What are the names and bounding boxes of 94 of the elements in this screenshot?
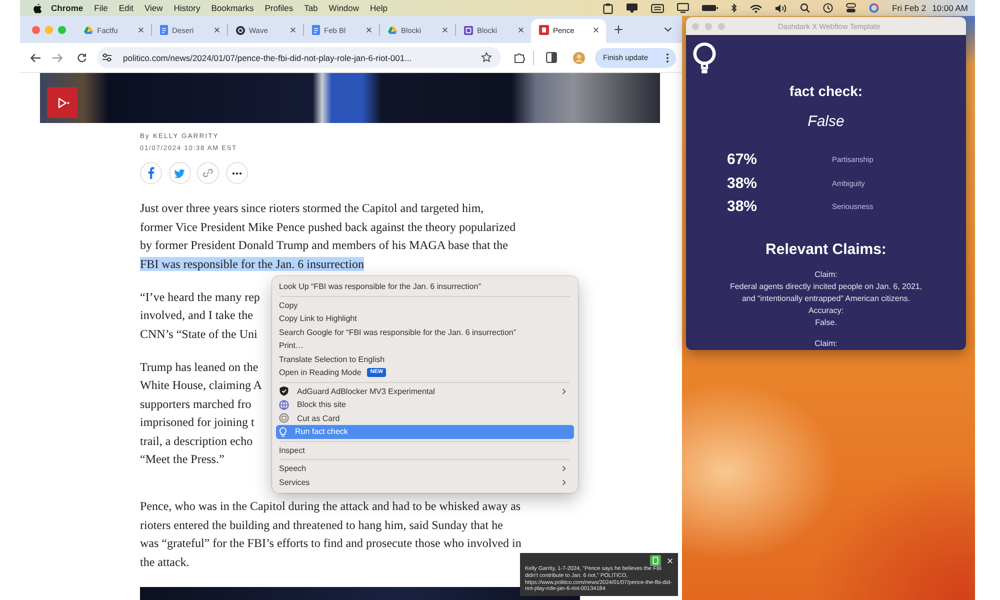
menu-item[interactable]: Edit <box>118 3 134 13</box>
claim-label: Claim: <box>814 338 838 350</box>
reload-icon[interactable] <box>77 52 87 62</box>
menu-bar-date[interactable]: Fri Feb 2 <box>892 3 926 13</box>
accuracy-value: False. <box>815 317 837 329</box>
globe-icon <box>279 400 289 410</box>
circle-icon <box>236 26 245 34</box>
triangle-icon <box>84 26 93 34</box>
close-icon[interactable] <box>518 27 524 33</box>
document-icon <box>312 25 320 35</box>
close-icon[interactable] <box>442 27 448 33</box>
stop-icon <box>279 413 289 424</box>
more-icon <box>232 172 242 174</box>
menu-item[interactable]: Speech <box>276 462 574 476</box>
triangle-icon <box>388 26 397 34</box>
url-text: politico.com/news/2024/01/07/pence-the-fbi-did-not-play-role-jan-6-riot-001... <box>123 52 412 62</box>
menu-item[interactable]: Profiles <box>264 3 294 13</box>
play-icon <box>56 96 70 110</box>
menu-item[interactable]: Translate Selection to English <box>276 352 574 366</box>
article-paragraph: “I’ve heard the many rep involved, and I take the CNN’s “State of the Uni <box>140 288 260 342</box>
close-icon[interactable] <box>138 27 144 33</box>
monitor-icon[interactable] <box>626 3 638 13</box>
tile-icon <box>539 25 549 35</box>
accuracy-label: Accuracy: <box>808 305 844 317</box>
more-icon <box>666 52 669 62</box>
menu-item[interactable]: Copy Link to Highlight <box>276 312 574 326</box>
menu-item[interactable]: Print… <box>276 339 574 352</box>
video-play-button[interactable] <box>47 87 78 118</box>
article-paragraph: Trump has leaned on the White House, claiming A supporters marched fro imprisoned for joining t trail, a description echo “Meet the Press.” <box>140 358 262 468</box>
bluetooth-icon[interactable] <box>731 3 738 13</box>
share-button[interactable] <box>197 162 219 184</box>
forward-icon[interactable] <box>52 52 63 62</box>
chevron-down-icon[interactable] <box>664 27 672 32</box>
score-value: 67% <box>727 151 758 168</box>
wifi-icon[interactable] <box>750 4 762 12</box>
close-icon[interactable] <box>366 27 372 33</box>
article-paragraph: Pence, who was in the Capitol during the attack and had to be whisked away as rioters entered the building and threatened to hang him, said Sunday that he was “grateful” for the FBI’s efforts to find and prosecute those who involved in the attack. <box>140 498 522 570</box>
claim-label: Claim: <box>814 269 838 281</box>
ring-icon[interactable] <box>869 3 880 13</box>
puzzle-icon[interactable] <box>514 52 525 63</box>
square-icon <box>464 26 473 34</box>
facebook-icon <box>147 167 155 179</box>
display-icon[interactable] <box>677 3 690 13</box>
menu-item[interactable]: Inspect <box>276 444 574 457</box>
close-icon[interactable] <box>214 27 220 33</box>
side-panel-icon[interactable] <box>546 52 557 63</box>
article-paragraph: Just over three years since rioters stormed the Capitol and targeted him, former Vice President Mike Pence pushed back against the theory popularized by former President Donald Trump and members of his MAGA base that the FBI was responsible for the Jan. 6 insurrection <box>140 200 516 272</box>
menu-item[interactable]: Cut as Card <box>276 412 574 425</box>
menu-item[interactable]: Help <box>370 3 388 13</box>
menu-item[interactable]: Search Google for “FBI was responsible for the Jan. 6 insurrection” <box>276 326 574 339</box>
tune-icon[interactable] <box>102 53 112 62</box>
toggles-icon[interactable] <box>846 3 856 13</box>
document-icon <box>160 25 168 35</box>
back-icon[interactable] <box>30 52 41 62</box>
keyboard-icon[interactable] <box>651 4 664 12</box>
close-icon[interactable] <box>290 27 296 33</box>
menu-bar-time[interactable]: 10:00 AM <box>932 3 968 13</box>
score-value: 38% <box>727 198 758 216</box>
menu-item[interactable]: AdGuard AdBlocker MV3 Experimental <box>276 384 574 398</box>
fact-check-heading: fact check: <box>789 82 863 100</box>
shield-icon <box>279 386 289 396</box>
share-button[interactable] <box>168 162 190 184</box>
menu-item[interactable]: History <box>174 3 200 13</box>
lightbulb-icon <box>279 426 287 437</box>
menu-item[interactable]: Block this site <box>276 398 574 412</box>
lightbulb-icon <box>692 42 717 75</box>
star-icon[interactable] <box>481 52 492 63</box>
clipboard-icon[interactable] <box>603 2 614 14</box>
claims-heading: Relevant Claims: <box>766 240 886 260</box>
address-bar[interactable]: politico.com/news/2024/01/07/pence-the-fbi-did-not-play-role-jan-6-riot-001... <box>97 47 501 68</box>
menu-item[interactable]: Services <box>276 476 574 489</box>
menu-item[interactable]: File <box>94 3 108 13</box>
menu-item[interactable]: Look Up “FBI was responsible for the Jan. 6 insurrection” <box>276 280 574 294</box>
document-icon[interactable] <box>650 555 661 566</box>
claim-text: Federal agents directly incited people on Jan. 6, 2021, and “intentionally entrapped” American citizens. <box>730 281 922 305</box>
more-button[interactable] <box>226 162 248 184</box>
verdict-text: False <box>808 113 844 131</box>
score-value: 38% <box>727 174 758 192</box>
battery-icon[interactable] <box>702 4 718 12</box>
menu-item[interactable]: Window <box>328 3 360 13</box>
share-button[interactable] <box>140 162 162 184</box>
search-icon[interactable] <box>800 3 810 13</box>
bird-icon <box>174 168 185 178</box>
plus-icon[interactable] <box>614 25 623 34</box>
menu-item[interactable]: Copy <box>276 298 574 312</box>
clock-icon[interactable] <box>823 3 834 13</box>
menu-item[interactable]: View <box>144 3 163 13</box>
link-icon <box>203 168 213 178</box>
menu-item[interactable]: Bookmarks <box>211 3 254 13</box>
menu-item[interactable]: Tab <box>304 3 318 13</box>
menu-item[interactable]: Chrome <box>51 3 84 13</box>
apple-icon[interactable] <box>33 2 42 14</box>
volume-icon[interactable] <box>775 4 788 12</box>
close-icon[interactable] <box>593 27 599 33</box>
